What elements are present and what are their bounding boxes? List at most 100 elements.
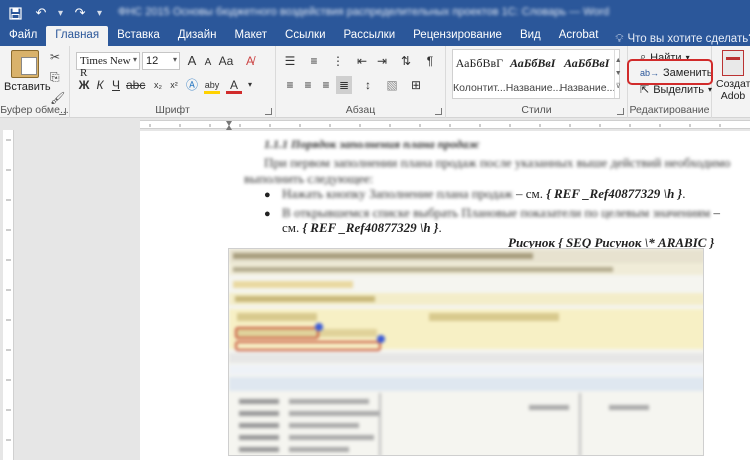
document-page[interactable]: 1.1.1 Порядок заполнения плана продаж Пр… bbox=[140, 131, 750, 460]
create-adobe-pdf-button[interactable]: Создать Adob bbox=[716, 50, 750, 102]
align-center-icon[interactable]: ≡ bbox=[300, 76, 316, 94]
undo-icon[interactable]: ↶ bbox=[32, 4, 50, 22]
tab-layout[interactable]: Макет bbox=[225, 26, 276, 46]
style-preview: АаБбВвІ bbox=[563, 56, 610, 70]
style-item[interactable]: АаБбВвГ Колонтит... bbox=[453, 50, 506, 98]
tab-design[interactable]: Дизайн bbox=[169, 26, 226, 46]
paragraph-line: выполнить следующее: bbox=[244, 171, 374, 186]
paragraph-group: ☰ ≡ ⋮ ⇤ ⇥ ⇅ ¶ ≡ ≡ ≡ ≣ ↕ ▧ ⊞ Абзац bbox=[276, 46, 446, 118]
lightbulb-icon: 💡︎ bbox=[615, 33, 624, 45]
title-bar: ↶ ▾ ↷ ▾ ФНС 2015 Основы бюджетного возде… bbox=[0, 0, 750, 26]
font-size-select[interactable]: 12 ▾ bbox=[142, 52, 180, 70]
justify-icon[interactable]: ≣ bbox=[336, 76, 352, 94]
text-effects-icon[interactable]: Ⓐ bbox=[184, 76, 200, 94]
bullet-continuation: см. { REF _Ref40877329 \h }. bbox=[282, 220, 442, 236]
bold-button[interactable]: Ж bbox=[76, 76, 92, 94]
redo-icon[interactable]: ↷ bbox=[71, 4, 89, 22]
align-left-icon[interactable]: ≡ bbox=[282, 76, 298, 94]
embedded-screenshot[interactable] bbox=[228, 248, 704, 456]
tab-mailings[interactable]: Рассылки bbox=[335, 26, 405, 46]
bullet-text: см. bbox=[282, 220, 303, 235]
editing-group-label: Редактирование bbox=[629, 104, 710, 116]
underline-button[interactable]: Ч bbox=[108, 76, 124, 94]
tab-references[interactable]: Ссылки bbox=[276, 26, 335, 46]
bullet-end: . bbox=[438, 220, 442, 235]
format-painter-icon[interactable]: 🖌︎ bbox=[50, 91, 65, 105]
style-name: Название... bbox=[559, 82, 616, 94]
undo-dropdown-icon[interactable]: ▾ bbox=[58, 8, 63, 19]
line-spacing-icon[interactable]: ↕ bbox=[360, 76, 376, 94]
horizontal-ruler[interactable] bbox=[0, 118, 750, 130]
style-name: Колонтит... bbox=[453, 82, 506, 94]
select-label: Выделить bbox=[653, 83, 704, 96]
tell-me-label: Что вы хотите сделать? bbox=[627, 33, 750, 45]
tab-home[interactable]: Главная bbox=[46, 26, 109, 46]
style-preview: АаБбВвГ bbox=[455, 56, 504, 70]
shrink-font-icon[interactable]: A bbox=[200, 54, 216, 72]
strikethrough-button[interactable]: abc bbox=[126, 76, 145, 94]
subscript-button[interactable]: x₂ bbox=[150, 76, 166, 94]
shading-icon[interactable]: ▧ bbox=[384, 76, 400, 94]
tab-insert[interactable]: Вставка bbox=[108, 26, 169, 46]
numbering-icon[interactable]: ≡ bbox=[306, 52, 322, 70]
bullet-icon: ● bbox=[264, 189, 271, 201]
multilevel-list-icon[interactable]: ⋮ bbox=[330, 52, 346, 70]
bullet-item: В открывшемся списке выбрать Плановые по… bbox=[282, 205, 720, 221]
styles-launcher-icon[interactable] bbox=[617, 108, 624, 115]
save-icon[interactable] bbox=[6, 4, 24, 22]
bullet-item: Нажать кнопку Заполнение плана продаж – … bbox=[282, 186, 685, 202]
increase-indent-icon[interactable]: ⇥ bbox=[374, 52, 390, 70]
style-item[interactable]: АаБбВвІ Название... bbox=[505, 50, 562, 98]
change-case-icon[interactable]: Aa bbox=[218, 52, 234, 70]
customize-qat-icon[interactable]: ▾ bbox=[97, 8, 102, 19]
font-launcher-icon[interactable] bbox=[265, 108, 272, 115]
bullets-icon[interactable]: ☰ bbox=[282, 52, 298, 70]
quick-access-toolbar: ↶ ▾ ↷ ▾ bbox=[6, 4, 102, 22]
font-color-button[interactable]: A bbox=[226, 76, 242, 94]
bullet-text: – bbox=[710, 205, 721, 220]
sort-icon[interactable]: ⇅ bbox=[398, 52, 414, 70]
decrease-indent-icon[interactable]: ⇤ bbox=[354, 52, 370, 70]
clipboard-group: Вставить ✂ ⎘ 🖌︎ Буфер обме... bbox=[0, 46, 70, 118]
superscript-button[interactable]: x² bbox=[166, 76, 182, 94]
paragraph-launcher-icon[interactable] bbox=[435, 108, 442, 115]
ruler-bar bbox=[140, 120, 750, 130]
tell-me-box[interactable]: 💡︎ Что вы хотите сделать? bbox=[607, 30, 750, 46]
font-group: Times New R ▾ 12 ▾ A A Aa A̸ Ж К Ч abc x… bbox=[70, 46, 276, 118]
paragraph-group-label: Абзац bbox=[345, 104, 376, 116]
font-family-select[interactable]: Times New R ▾ bbox=[76, 52, 140, 79]
gallery-scroll[interactable]: ▲ ▼ ⊽ bbox=[613, 50, 622, 98]
paste-button[interactable]: Вставить bbox=[4, 50, 51, 93]
style-preview: АаБбВвІ bbox=[509, 56, 556, 70]
tab-review[interactable]: Рецензирование bbox=[404, 26, 511, 46]
style-item[interactable]: АаБбВвІ Название... bbox=[559, 50, 616, 98]
ref-field: { REF _Ref40877329 \h } bbox=[546, 186, 683, 201]
styles-gallery: АаБбВвГ Колонтит... АаБбВвІ Название... … bbox=[452, 49, 622, 99]
clear-formatting-icon[interactable]: A̸ bbox=[242, 52, 258, 70]
font-size-value: 12 bbox=[146, 55, 159, 67]
show-marks-icon[interactable]: ¶ bbox=[422, 52, 438, 70]
bullet-end: . bbox=[682, 186, 686, 201]
tab-acrobat[interactable]: Acrobat bbox=[550, 26, 608, 46]
align-right-icon[interactable]: ≡ bbox=[318, 76, 334, 94]
tab-view[interactable]: Вид bbox=[511, 26, 550, 46]
section-heading: 1.1.1 Порядок заполнения плана продаж bbox=[264, 137, 480, 151]
bullet-text: – см. bbox=[512, 186, 547, 201]
font-color-dropdown-icon[interactable]: ▾ bbox=[242, 76, 258, 94]
highlight-box bbox=[627, 59, 713, 85]
adobe-label: Adob bbox=[720, 90, 746, 102]
vertical-ruler[interactable] bbox=[3, 130, 14, 460]
style-name: Название... bbox=[505, 82, 562, 94]
bullet-text-blurred: Нажать кнопку Заполнение плана продаж bbox=[282, 186, 513, 201]
borders-icon[interactable]: ⊞ bbox=[408, 76, 424, 94]
tab-file[interactable]: Файл bbox=[0, 26, 46, 46]
cut-icon[interactable]: ✂ bbox=[50, 50, 65, 64]
chevron-down-icon: ▾ bbox=[132, 55, 137, 64]
grow-font-icon[interactable]: A bbox=[184, 52, 200, 70]
copy-icon[interactable]: ⎘ bbox=[50, 70, 65, 85]
italic-button[interactable]: К bbox=[92, 76, 108, 94]
clipboard-launcher-icon[interactable] bbox=[59, 108, 66, 115]
highlight-color-button[interactable]: aby bbox=[204, 76, 220, 94]
ribbon-tabs: Файл Главная Вставка Дизайн Макет Ссылки… bbox=[0, 26, 750, 46]
font-group-label: Шрифт bbox=[155, 104, 190, 116]
